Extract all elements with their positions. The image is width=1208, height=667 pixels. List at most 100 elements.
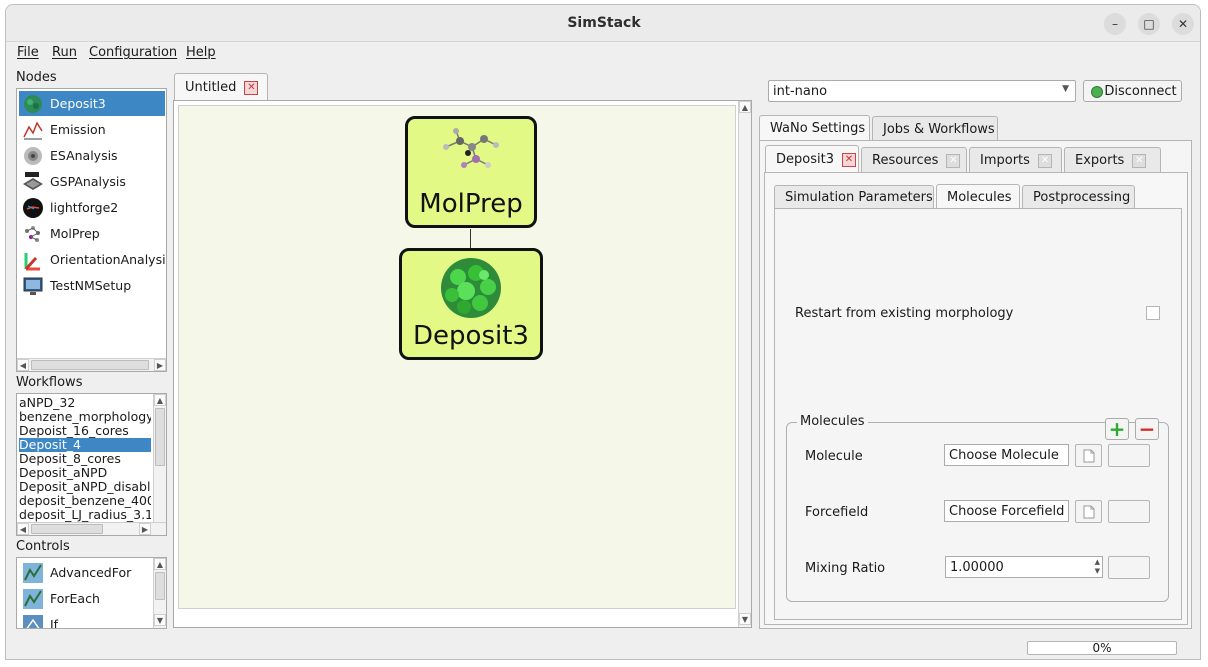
scroll-thumb[interactable] bbox=[155, 408, 165, 466]
tab-untitled[interactable]: Untitled ✕ bbox=[174, 73, 268, 101]
mixing-ratio-spinbox[interactable]: 1.00000 ▲ ▼ bbox=[945, 556, 1103, 578]
scroll-up-arrow-icon[interactable]: ▲ bbox=[154, 558, 166, 570]
mixing-ratio-extra-button[interactable] bbox=[1108, 556, 1150, 579]
workflow-item[interactable]: deposit_LJ_radius_3.1 bbox=[19, 508, 151, 522]
control-item-advancedfor[interactable]: AdvancedFor bbox=[19, 560, 153, 585]
scroll-up-arrow-icon[interactable]: ▲ bbox=[739, 101, 751, 113]
close-tab-icon[interactable]: ✕ bbox=[1132, 153, 1147, 168]
nodes-horizontal-scrollbar[interactable]: ◀ ▶ bbox=[17, 358, 166, 371]
tab-label: Untitled bbox=[185, 80, 237, 95]
workflow-item[interactable]: benzene_morphology bbox=[19, 410, 151, 424]
molecule-extra-button[interactable] bbox=[1108, 444, 1150, 467]
workflow-item-selected[interactable]: Deposit_4 bbox=[19, 438, 151, 452]
loop-icon bbox=[23, 588, 43, 609]
control-item-label: AdvancedFor bbox=[50, 565, 132, 580]
maximize-button[interactable]: □ bbox=[1138, 13, 1160, 35]
node-item-testnmsetup[interactable]: TestNMSetup bbox=[19, 273, 165, 298]
controls-vertical-scrollbar[interactable]: ▲ ▼ bbox=[153, 558, 166, 628]
scroll-right-arrow-icon[interactable]: ▶ bbox=[154, 359, 166, 371]
remove-molecule-button[interactable]: − bbox=[1135, 417, 1159, 441]
minimize-button[interactable]: – bbox=[1104, 13, 1126, 35]
tab-deposit3[interactable]: Deposit3 ✕ bbox=[765, 145, 859, 173]
node-item-label: GSPAnalysis bbox=[50, 174, 126, 189]
workflow-item[interactable]: Depoist_16_cores bbox=[19, 424, 151, 438]
menu-run[interactable]: Run bbox=[52, 45, 77, 60]
node-item-gspanalysis[interactable]: GSPAnalysis bbox=[19, 169, 165, 194]
gspanalysis-icon bbox=[23, 171, 43, 190]
node-item-label: lightforge2 bbox=[50, 200, 119, 215]
workflow-item[interactable]: aNPD_32 bbox=[19, 396, 151, 410]
spin-arrows-icon[interactable]: ▲ ▼ bbox=[1095, 558, 1100, 576]
control-item-foreach[interactable]: ForEach bbox=[19, 586, 153, 611]
close-tab-icon[interactable]: ✕ bbox=[1037, 153, 1052, 168]
scroll-thumb[interactable] bbox=[155, 572, 165, 600]
close-tab-icon[interactable]: ✕ bbox=[946, 153, 961, 168]
scroll-right-arrow-icon[interactable]: ▶ bbox=[139, 523, 151, 535]
tab-resources[interactable]: Resources ✕ bbox=[861, 147, 967, 173]
file-icon bbox=[1083, 505, 1095, 519]
workflows-vertical-scrollbar[interactable]: ▲ bbox=[153, 394, 166, 522]
scroll-up-arrow-icon[interactable]: ▲ bbox=[154, 394, 166, 406]
tab-simulation-parameters[interactable]: Simulation Parameters bbox=[774, 185, 934, 209]
disconnect-button[interactable]: Disconnect bbox=[1083, 80, 1182, 102]
tab-label: Simulation Parameters bbox=[785, 190, 933, 205]
canvas-vertical-scrollbar[interactable]: ▲ ▼ bbox=[738, 101, 751, 627]
progress-bar: 0% bbox=[1027, 641, 1177, 655]
node-item-emission[interactable]: Emission bbox=[19, 117, 165, 142]
tab-wano-settings[interactable]: WaNo Settings bbox=[759, 115, 870, 141]
node-item-label: Emission bbox=[50, 122, 106, 137]
orientation-icon bbox=[24, 252, 40, 270]
scroll-left-arrow-icon[interactable]: ◀ bbox=[17, 359, 29, 371]
forcefield-extra-button[interactable] bbox=[1108, 500, 1150, 523]
server-select[interactable]: int-nano ▼ bbox=[768, 80, 1076, 102]
close-tab-icon[interactable]: ✕ bbox=[244, 80, 259, 95]
menu-configuration[interactable]: Configuration bbox=[89, 45, 177, 60]
add-molecule-button[interactable]: + bbox=[1105, 417, 1129, 441]
node-item-deposit3[interactable]: Deposit3 bbox=[19, 91, 165, 116]
nodes-list: Deposit3 Emission ESAnalysis GSPAnalysis… bbox=[16, 88, 167, 372]
menu-bar: File Run Configuration Help bbox=[6, 42, 1200, 64]
node-item-label: MolPrep bbox=[50, 226, 100, 241]
forcefield-field[interactable]: Choose Forcefield bbox=[944, 500, 1069, 522]
menu-help[interactable]: Help bbox=[186, 45, 216, 60]
scroll-thumb[interactable] bbox=[31, 360, 149, 370]
workflow-item[interactable]: deposit_benzene_400 bbox=[19, 494, 151, 508]
forcefield-label: Forcefield bbox=[805, 505, 869, 520]
scroll-down-arrow-icon[interactable]: ▼ bbox=[739, 613, 751, 625]
node-item-lightforge2[interactable]: lightforge2 bbox=[19, 195, 165, 220]
tab-postprocessing[interactable]: Postprocessing bbox=[1022, 185, 1135, 209]
molecule-field[interactable]: Choose Molecule bbox=[944, 444, 1069, 466]
scroll-left-arrow-icon[interactable]: ◀ bbox=[17, 523, 29, 535]
scroll-down-arrow-icon[interactable]: ▼ bbox=[154, 614, 166, 626]
menu-file[interactable]: File bbox=[17, 45, 39, 60]
node-item-esanalysis[interactable]: ESAnalysis bbox=[19, 143, 165, 168]
canvas-node-molprep[interactable]: MolPrep bbox=[405, 116, 537, 228]
mixing-ratio-value: 1.00000 bbox=[950, 559, 1004, 575]
close-window-button[interactable]: ✕ bbox=[1172, 13, 1194, 35]
close-tab-icon[interactable]: ✕ bbox=[841, 152, 856, 167]
browse-forcefield-button[interactable] bbox=[1075, 500, 1102, 523]
node-item-orientationanalysis[interactable]: OrientationAnalysis bbox=[19, 247, 166, 272]
workflow-item[interactable]: Deposit_8_cores bbox=[19, 452, 151, 466]
browse-molecule-button[interactable] bbox=[1075, 444, 1102, 467]
tab-label: Imports bbox=[980, 153, 1030, 168]
server-select-value: int-nano bbox=[773, 83, 828, 99]
restart-checkbox[interactable] bbox=[1146, 306, 1160, 320]
control-item-if[interactable]: If bbox=[19, 612, 153, 628]
window-title: SimStack bbox=[567, 15, 641, 31]
workflow-item[interactable]: Deposit_aNPD bbox=[19, 466, 151, 480]
canvas-area[interactable]: MolPrep Deposit3 bbox=[178, 105, 736, 609]
cluster-icon bbox=[441, 258, 501, 318]
tab-exports[interactable]: Exports ✕ bbox=[1064, 147, 1161, 173]
workflow-canvas[interactable]: MolPrep Deposit3 ▲ ▼ bbox=[173, 100, 752, 628]
tab-imports[interactable]: Imports ✕ bbox=[969, 147, 1062, 173]
tab-jobs-workflows[interactable]: Jobs & Workflows bbox=[872, 116, 998, 141]
node-item-molprep[interactable]: MolPrep bbox=[19, 221, 165, 246]
tab-molecules[interactable]: Molecules bbox=[936, 184, 1020, 209]
canvas-node-label: Deposit3 bbox=[413, 321, 529, 351]
canvas-node-deposit3[interactable]: Deposit3 bbox=[399, 248, 543, 360]
scroll-thumb[interactable] bbox=[31, 524, 103, 534]
node-item-label: ESAnalysis bbox=[50, 148, 118, 163]
workflows-horizontal-scrollbar[interactable]: ◀ ▶ bbox=[17, 522, 166, 535]
workflow-item[interactable]: Deposit_aNPD_disable bbox=[19, 480, 151, 494]
